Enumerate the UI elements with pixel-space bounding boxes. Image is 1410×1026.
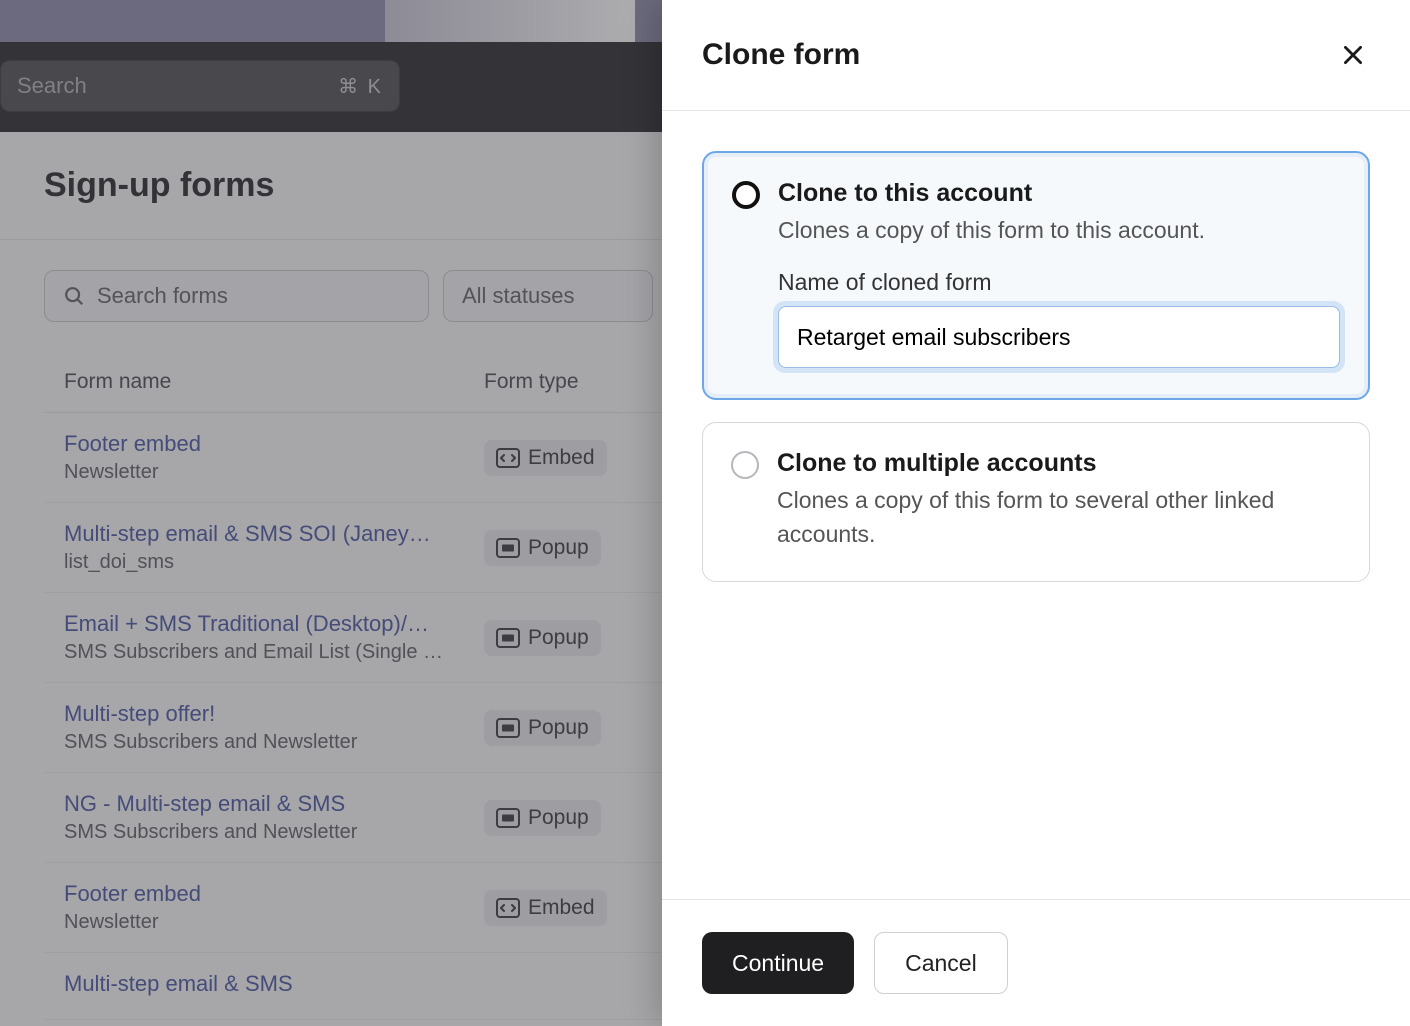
cloned-name-input[interactable]	[778, 306, 1340, 368]
option-this-title: Clone to this account	[778, 179, 1340, 208]
cancel-button[interactable]: Cancel	[874, 932, 1008, 994]
option-multi-title: Clone to multiple accounts	[777, 449, 1341, 478]
option-clone-multiple-accounts[interactable]: Clone to multiple accounts Clones a copy…	[702, 422, 1370, 582]
option-clone-this-account[interactable]: Clone to this account Clones a copy of t…	[702, 151, 1370, 400]
continue-button[interactable]: Continue	[702, 932, 854, 994]
clone-form-panel: Clone form Clone to this account Clones …	[662, 0, 1410, 1026]
radio-unselected-icon	[731, 451, 759, 479]
option-this-desc: Clones a copy of this form to this accou…	[778, 214, 1340, 247]
close-button[interactable]	[1336, 38, 1370, 72]
close-icon	[1340, 42, 1366, 68]
panel-title: Clone form	[702, 38, 860, 72]
radio-selected-icon	[732, 181, 760, 209]
option-multi-desc: Clones a copy of this form to several ot…	[777, 484, 1341, 551]
cloned-name-label: Name of cloned form	[778, 269, 1340, 296]
